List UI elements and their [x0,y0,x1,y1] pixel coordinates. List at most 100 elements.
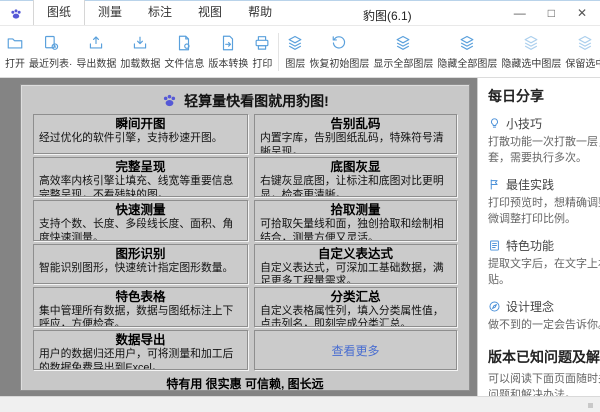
see-more-link[interactable]: 查看更多 [332,342,380,359]
toolbar-label: 隐藏选中图层 [501,58,562,70]
tip-label: 设计理念 [506,299,555,314]
feature-desc: 经过优化的软件引擎，支持秒速开图。 [39,132,223,144]
feature-desc: 自定义表达式，可深加工基础数据，满足更多工程量需求。 [260,261,444,284]
toolbar-label: 隐藏全部图层 [437,58,498,70]
feature-title: 快速测量 [115,203,166,218]
menu-bar: 图纸 测量 标注 视图 帮助 [33,0,285,25]
restore-layers-icon [330,34,348,52]
feature-desc: 可拾取矢量线和面，独创拾取和绘制相结合，测量方便又灵活。 [260,218,444,241]
tip-section-trick: 小技巧 打散功能一次打散一层，如果有多层嵌套，需要执行多次。 [488,115,600,167]
feature-desc: 智能识别图形，快速统计指定图形数量。 [39,261,234,274]
open-button[interactable]: 打开 [3,32,27,72]
feature-title: 完整呈现 [115,160,166,175]
promo-dialog-title: 轻算量快看图就用豹图! [184,92,329,109]
promo-dialog-header: 轻算量快看图就用豹图! [33,90,457,111]
tab-view[interactable]: 视图 [185,0,235,25]
export-data-button[interactable]: 导出数据 [74,32,118,72]
folder-open-icon [6,34,24,52]
tip-label: 特色功能 [506,238,555,253]
feature-title: 瞬间开图 [115,117,166,131]
tip-text: 打散功能一次打散一层，如果有多层嵌套，需要执行多次。 [488,136,600,164]
tip-section-design-philosophy: 设计理念 做不到的一定会告诉你。 [488,298,600,334]
feature-cell-custom-expression: 自定义表达式 自定义表达式，可深加工基础数据，满足更多工程量需求。 [254,243,457,284]
feature-cell-fast-measure: 快速测量 支持个数、长度、多段线长度、面积、角度快速测量。 [33,200,249,241]
version-convert-icon [219,34,237,52]
tip-label: 小技巧 [506,117,543,131]
feature-desc: 支持个数、长度、多段线长度、面积、角度快速测量。 [39,218,234,241]
tip-header: 小技巧 [488,115,600,132]
minimize-button[interactable]: — [503,4,537,22]
toolbar-label: 保留选中 [565,58,600,70]
file-info-button[interactable]: 文件信息 [162,32,206,72]
app-logo-paw-icon [9,7,23,21]
hide-all-layers-icon [458,34,476,52]
lightbulb-icon [488,117,501,130]
show-all-layers-icon [394,34,412,52]
tab-drawing[interactable]: 图纸 [33,0,86,25]
feature-title: 拾取测量 [330,203,381,218]
export-data-icon [87,34,105,52]
note-icon [488,239,501,252]
toolbar-label: 图层 [285,58,306,70]
feature-desc: 用户的数据归还用户，可将测量和加工后的数据免费导出到Excel。 [39,347,234,370]
app-window: 图纸 测量 标注 视图 帮助 豹图(6.1) — □ ✕ 打开 最近列表· 导出… [0,0,600,412]
feature-cell-special-table: 特色表格 集中管理所有数据，数据与图纸标注上下呼应，方便检查。 [33,286,249,327]
tip-header: 特色功能 [488,237,600,254]
toolbar-label: 文件信息 [164,58,205,70]
maximize-button[interactable]: □ [537,4,566,22]
feature-desc: 自定义表格属性列，填入分类属性值，点击列名，即刻完成分类汇总。 [260,304,444,327]
tip-section-special-feature: 特色功能 提取文字后，在文字上右键才能复制粘贴。 [488,237,600,289]
daily-share-title: 每日分享 [488,88,544,104]
hide-all-layers-button[interactable]: 隐藏全部图层 [435,32,499,72]
feature-title: 特色表格 [115,289,166,304]
file-info-icon [175,34,193,52]
toolbar-label: 导出数据 [76,58,117,70]
feature-cell-no-garbled: 告别乱码 内置字库，告别图纸乱码，特殊符号清晰呈现。 [254,114,457,155]
title-bar: 图纸 测量 标注 视图 帮助 豹图(6.1) — □ ✕ [0,0,600,26]
window-title: 豹图(6.1) [363,9,412,23]
promo-dialog: 轻算量快看图就用豹图! 瞬间开图 经过优化的软件引擎，支持秒速开图。 告别乱码 … [20,84,470,391]
load-data-icon [131,34,149,52]
window-controls: — □ ✕ [503,4,598,22]
feature-table: 瞬间开图 经过优化的软件引擎，支持秒速开图。 告别乱码 内置字库，告别图纸乱码，… [33,114,457,370]
tab-help[interactable]: 帮助 [235,0,285,25]
compass-icon [488,300,501,313]
print-button[interactable]: 打印 [250,32,274,72]
tip-label: 最佳实践 [506,177,555,192]
toolbar-label: 最近列表· [29,58,73,70]
keep-selected-layers-icon [576,34,594,52]
hide-selected-layers-button[interactable]: 隐藏选中图层 [499,32,563,72]
feature-title: 图形识别 [115,246,166,261]
feature-desc: 高效率内核引擎让填充、线宽等重要信息完整呈现，不看残缺的图。 [39,175,234,198]
recent-list-icon [42,34,60,52]
feature-cell-more: 查看更多 [254,329,457,370]
resize-grip[interactable] [588,403,593,408]
feature-desc: 右键灰显底图，让标注和底图对比更明显，检查更清晰。 [260,175,444,198]
drawing-canvas[interactable]: 轻算量快看图就用豹图! 瞬间开图 经过优化的软件引擎，支持秒速开图。 告别乱码 … [0,78,477,396]
tip-header: 设计理念 [488,298,600,315]
hide-selected-layers-icon [522,34,540,52]
recent-list-button[interactable]: 最近列表· [27,32,74,72]
feature-desc: 集中管理所有数据，数据与图纸标注上下呼应，方便检查。 [39,304,234,327]
known-issues-text: 可以阅读下面页面随时关注已被发现的问题和解决办法。 [488,372,600,396]
close-button[interactable]: ✕ [566,4,598,22]
flag-icon [488,178,501,191]
restore-initial-layers-button[interactable]: 恢复初始图层 [307,32,371,72]
feature-cell-complete-render: 完整呈现 高效率内核引擎让填充、线宽等重要信息完整呈现，不看残缺的图。 [33,157,249,198]
load-data-button[interactable]: 加载数据 [118,32,162,72]
toolbar-label: 版本转换 [208,58,249,70]
toolbar-label: 恢复初始图层 [309,58,370,70]
layers-icon [286,34,304,52]
known-issues-title: 版本已知问题及解决 [488,348,600,365]
tab-measure[interactable]: 测量 [85,0,135,25]
tip-section-best-practice: 最佳实践 打印预览时，想精确调整打印大小，可微调整打印比例。 [488,176,600,228]
version-convert-button[interactable]: 版本转换 [206,32,250,72]
feature-cell-shape-recognition: 图形识别 智能识别图形，快速统计指定图形数量。 [33,243,249,284]
feature-cell-gray-underlay: 底图灰显 右键灰显底图，让标注和底图对比更明显，检查更清晰。 [254,157,457,198]
show-all-layers-button[interactable]: 显示全部图层 [371,32,435,72]
feature-title: 底图灰显 [330,160,381,175]
tip-header: 最佳实践 [488,176,600,193]
layers-button[interactable]: 图层 [283,32,307,72]
keep-selected-button[interactable]: 保留选中 [563,32,600,72]
tab-annotate[interactable]: 标注 [135,0,185,25]
